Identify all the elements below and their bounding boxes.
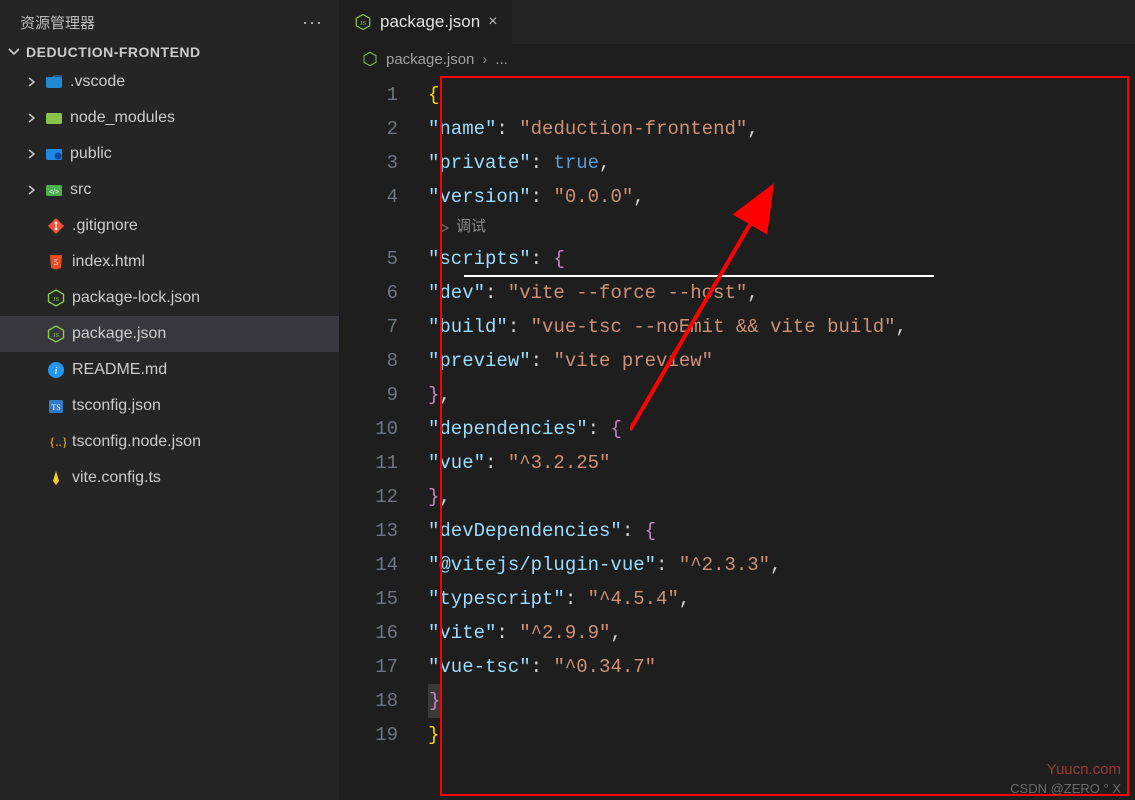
svg-text:5: 5: [54, 258, 58, 267]
file-tree-item[interactable]: public: [0, 136, 339, 172]
chevron-right-icon: ›: [482, 51, 487, 68]
code-line[interactable]: "preview": "vite preview": [428, 344, 1135, 378]
code-line[interactable]: "dependencies": {: [428, 412, 1135, 446]
editor-area: JS package.json × package.json › ... 123…: [340, 0, 1135, 800]
chevron-right-icon: [24, 112, 38, 124]
code-area[interactable]: 12345678910111213141516171819 { "name": …: [340, 74, 1135, 800]
file-tree-item[interactable]: vite.config.ts: [0, 460, 339, 496]
file-label: .gitignore: [72, 217, 138, 235]
line-number-gutter: 12345678910111213141516171819: [340, 78, 428, 752]
folder-node-icon: [44, 108, 64, 128]
file-tree-item[interactable]: JS package-lock.json: [0, 280, 339, 316]
file-label: tsconfig.node.json: [72, 433, 201, 451]
breadcrumb-file: package.json: [386, 51, 474, 68]
code-line[interactable]: "name": "deduction-frontend",: [428, 112, 1135, 146]
explorer-title: 资源管理器: [20, 12, 95, 33]
code-line[interactable]: },: [428, 480, 1135, 514]
svg-text:JS: JS: [360, 20, 367, 27]
file-tree: .vscode node_modulespublic </> src .gitignor…: [0, 64, 339, 504]
code-line[interactable]: }: [428, 684, 1135, 718]
file-tree-item[interactable]: .gitignore: [0, 208, 339, 244]
code-line[interactable]: "vue": "^3.2.25": [428, 446, 1135, 480]
file-label: README.md: [72, 361, 167, 379]
tab-package-json[interactable]: JS package.json ×: [340, 0, 513, 44]
file-tree-item[interactable]: </> src: [0, 172, 339, 208]
chevron-right-icon: [24, 184, 38, 196]
explorer-sidebar: 资源管理器 ··· DEDUCTION-FRONTEND .vscode node…: [0, 0, 340, 800]
code-line[interactable]: }: [428, 718, 1135, 752]
code-line[interactable]: "@vitejs/plugin-vue": "^2.3.3",: [428, 548, 1135, 582]
code-line[interactable]: {: [428, 78, 1135, 112]
debug-codelens[interactable]: 调试: [428, 214, 1135, 242]
svg-text:JS: JS: [53, 296, 60, 303]
tab-label: package.json: [380, 12, 480, 32]
code-line[interactable]: "dev": "vite --force --host",: [428, 276, 1135, 310]
file-label: node_modules: [70, 109, 175, 127]
ts-icon: TS: [46, 396, 66, 416]
code-line[interactable]: "vue-tsc": "^0.34.7": [428, 650, 1135, 684]
svg-text:{..}: {..}: [49, 434, 66, 449]
svg-text:i: i: [54, 365, 57, 377]
project-header[interactable]: DEDUCTION-FRONTEND: [0, 40, 339, 64]
explorer-header: 资源管理器 ···: [0, 0, 339, 40]
breadcrumb[interactable]: package.json › ...: [340, 44, 1135, 74]
chevron-down-icon: [6, 44, 22, 60]
watermark-yuucn: Yuucn.com: [1047, 761, 1121, 778]
nodejs-icon: [362, 51, 378, 67]
code-lines[interactable]: { "name": "deduction-frontend", "private…: [428, 78, 1135, 752]
svg-text:</>: </>: [49, 189, 59, 196]
underline-annotation: [464, 275, 934, 277]
project-name: DEDUCTION-FRONTEND: [26, 44, 201, 60]
file-tree-item[interactable]: .vscode: [0, 64, 339, 100]
file-label: src: [70, 181, 91, 199]
njs-icon: JS: [46, 324, 66, 344]
njs-icon: JS: [46, 288, 66, 308]
chevron-right-icon: [24, 148, 38, 160]
folder-public-icon: [44, 144, 64, 164]
folder-vscode-icon: [44, 72, 64, 92]
tab-bar: JS package.json ×: [340, 0, 1135, 44]
breadcrumb-tail: ...: [495, 51, 508, 68]
code-line[interactable]: "typescript": "^4.5.4",: [428, 582, 1135, 616]
tsnode-icon: {..}: [46, 432, 66, 452]
close-icon[interactable]: ×: [488, 13, 497, 31]
file-label: public: [70, 145, 112, 163]
folder-src-icon: </>: [44, 180, 64, 200]
code-line[interactable]: "vite": "^2.9.9",: [428, 616, 1135, 650]
html-icon: 5: [46, 252, 66, 272]
svg-text:JS: JS: [53, 332, 60, 339]
file-tree-item[interactable]: JS package.json: [0, 316, 339, 352]
file-tree-item[interactable]: TS tsconfig.json: [0, 388, 339, 424]
file-label: vite.config.ts: [72, 469, 161, 487]
code-line[interactable]: },: [428, 378, 1135, 412]
svg-text:TS: TS: [51, 403, 60, 412]
file-tree-item[interactable]: {..} tsconfig.node.json: [0, 424, 339, 460]
file-label: .vscode: [70, 73, 125, 91]
nodejs-icon: JS: [354, 13, 372, 31]
vite-icon: [46, 468, 66, 488]
info-icon: i: [46, 360, 66, 380]
file-label: tsconfig.json: [72, 397, 161, 415]
code-line[interactable]: "build": "vue-tsc --noEmit && vite build…: [428, 310, 1135, 344]
file-tree-item[interactable]: 5 index.html: [0, 244, 339, 280]
code-line[interactable]: "private": true,: [428, 146, 1135, 180]
file-label: package-lock.json: [72, 289, 200, 307]
chevron-right-icon: [24, 76, 38, 88]
git-icon: [46, 216, 66, 236]
file-label: package.json: [72, 325, 166, 343]
more-icon[interactable]: ···: [302, 12, 323, 33]
code-line[interactable]: "version": "0.0.0",: [428, 180, 1135, 214]
file-tree-item[interactable]: i README.md: [0, 352, 339, 388]
code-line[interactable]: "scripts": {: [428, 242, 1135, 276]
watermark-csdn: CSDN @ZERO ° X: [1010, 781, 1121, 796]
file-tree-item[interactable]: node_modules: [0, 100, 339, 136]
file-label: index.html: [72, 253, 145, 271]
code-line[interactable]: "devDependencies": {: [428, 514, 1135, 548]
